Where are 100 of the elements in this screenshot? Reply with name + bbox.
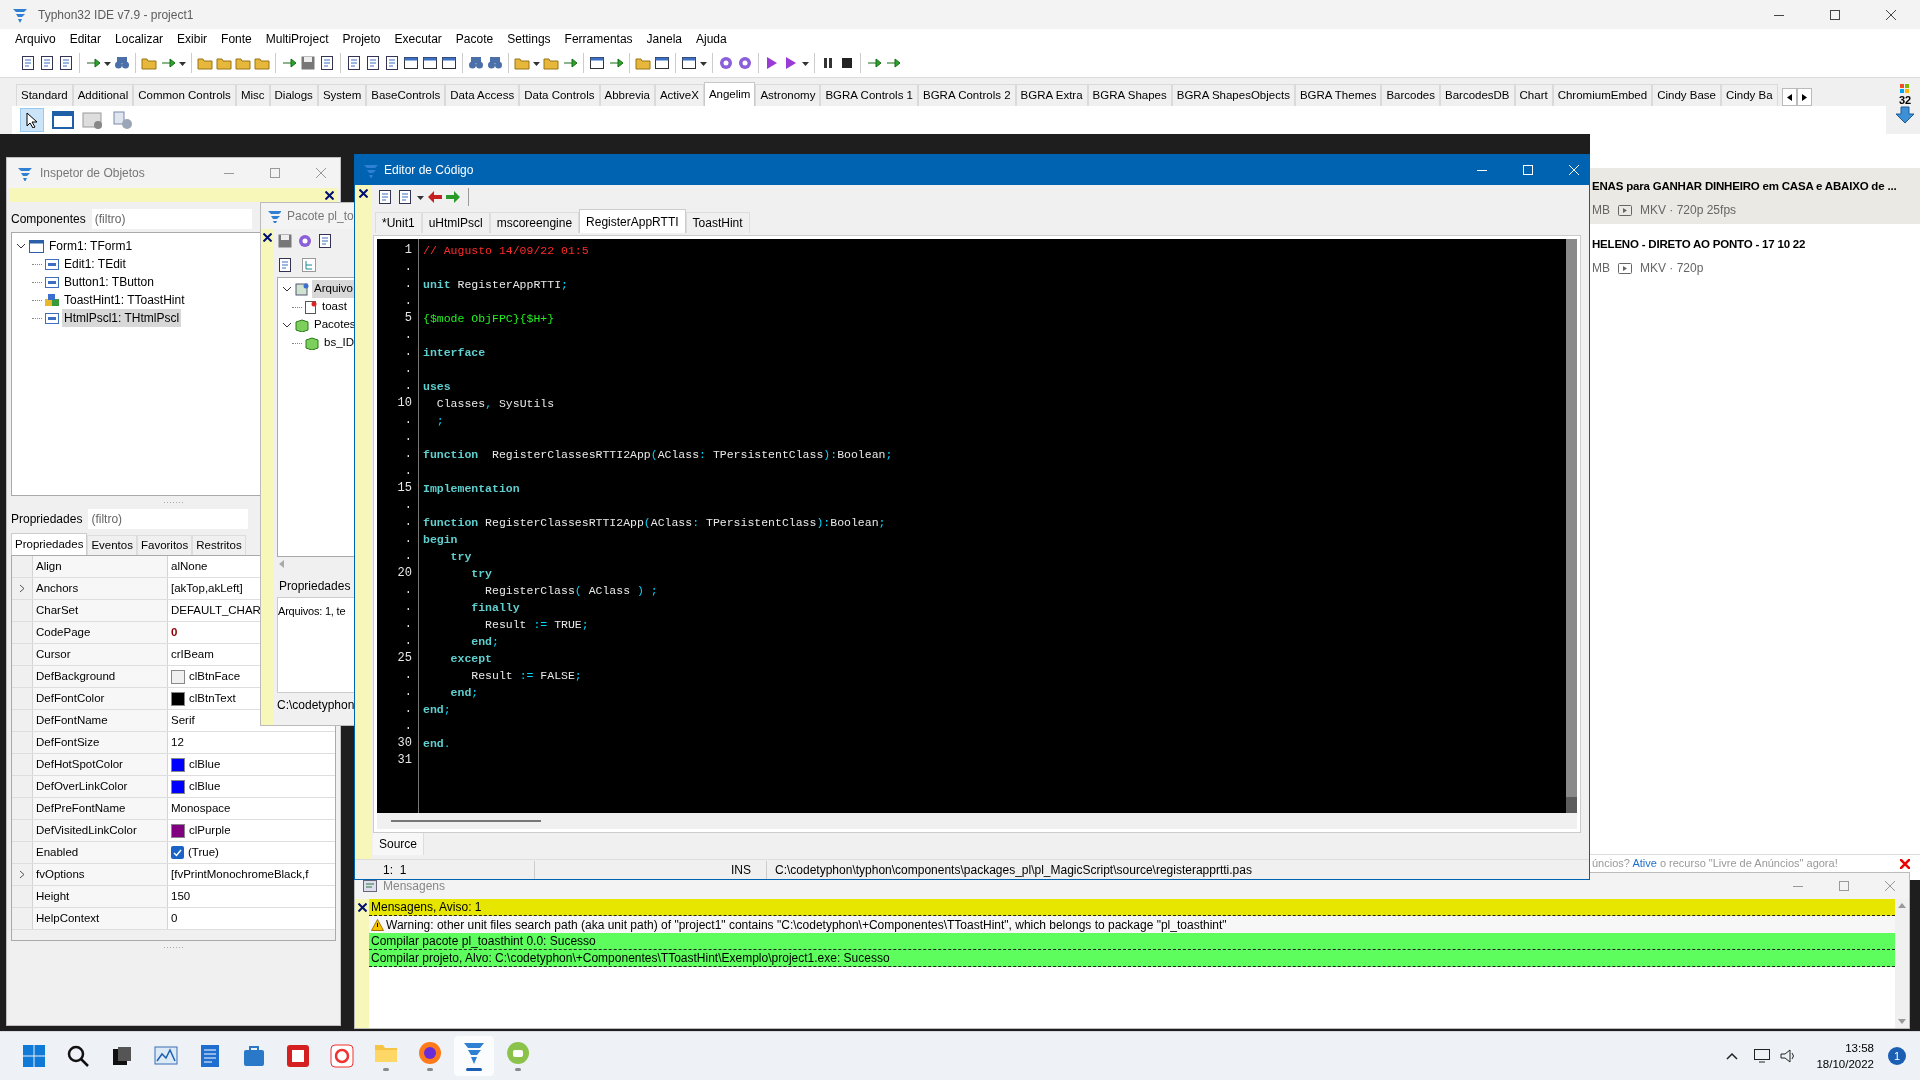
- property-value[interactable]: clBlue: [189, 755, 221, 774]
- close-icon[interactable]: [325, 190, 334, 200]
- document-icon[interactable]: [277, 257, 293, 273]
- palette-tab[interactable]: Astronomy: [755, 84, 821, 106]
- close-icon[interactable]: [262, 233, 272, 242]
- property-value[interactable]: (True): [188, 843, 219, 862]
- window-icon[interactable]: [422, 54, 438, 71]
- menu-item[interactable]: Janela: [639, 30, 689, 48]
- scrollbar-thumb[interactable]: [1566, 797, 1577, 813]
- property-value[interactable]: Serif: [171, 711, 195, 730]
- filter-field[interactable]: (filtro): [91, 209, 252, 229]
- palette-tab[interactable]: Angelim: [703, 82, 756, 106]
- window-icon[interactable]: [589, 54, 605, 71]
- palette-tab[interactable]: Chart: [1514, 84, 1553, 106]
- palette-tab[interactable]: BaseControls: [366, 84, 446, 106]
- back-arrow-icon[interactable]: [428, 191, 442, 203]
- tree-item[interactable]: Pacotes: [312, 316, 358, 334]
- palette-tab[interactable]: Misc: [235, 84, 270, 106]
- maximize-icon[interactable]: [1830, 9, 1840, 20]
- property-value[interactable]: 12: [171, 733, 184, 752]
- scroll-left-button[interactable]: [1781, 88, 1797, 106]
- tree-item[interactable]: Arquivo: [312, 280, 355, 298]
- palette-tab[interactable]: Barcodes: [1381, 84, 1440, 106]
- close-icon[interactable]: [358, 189, 368, 198]
- expand-caret-icon[interactable]: [282, 320, 292, 330]
- property-value[interactable]: 0: [171, 909, 178, 928]
- palette-tab[interactable]: BGRA Extra: [1015, 84, 1088, 106]
- editor-tab[interactable]: mscoreengine: [489, 212, 580, 233]
- document-icon[interactable]: [20, 54, 36, 71]
- video-item[interactable]: ENAS para GANHAR DINHEIRO em CASA e ABAIXO de ... MB MKV · 720p 25fps: [1590, 168, 1920, 224]
- palette-tab[interactable]: ChromiumEmbed: [1552, 84, 1653, 106]
- document-icon[interactable]: [384, 54, 400, 71]
- document-icon[interactable]: [317, 233, 333, 249]
- tree-item[interactable]: Form1: TForm1: [47, 237, 135, 255]
- window-icon[interactable]: [403, 54, 419, 71]
- editor-tab[interactable]: RegisterAppRTTI: [579, 209, 686, 233]
- grip-icon[interactable]: [163, 500, 184, 504]
- menu-item[interactable]: MultiProject: [258, 30, 336, 48]
- binoculars-icon[interactable]: [468, 54, 484, 71]
- menu-item[interactable]: Pacote: [448, 30, 501, 48]
- inspector-tab[interactable]: Propriedades: [11, 533, 88, 555]
- editor-tab[interactable]: *Unit1: [375, 212, 422, 233]
- checkbox[interactable]: [171, 846, 184, 859]
- tree-icon[interactable]: [301, 257, 317, 273]
- expand-caret-icon[interactable]: [282, 284, 292, 294]
- menu-item[interactable]: Projeto: [335, 30, 388, 48]
- menu-item[interactable]: Ferramentas: [557, 30, 640, 48]
- palette-tab[interactable]: Additional: [72, 84, 134, 106]
- document-icon[interactable]: [346, 54, 362, 71]
- palette-tab[interactable]: Dialogs: [269, 84, 318, 106]
- expand-caret-icon[interactable]: [16, 241, 26, 251]
- tree-item[interactable]: toast: [320, 298, 349, 316]
- expand-icon[interactable]: [19, 870, 25, 879]
- editor-tab[interactable]: ToastHint: [685, 212, 750, 233]
- menu-item[interactable]: Localizar: [108, 30, 171, 48]
- property-value[interactable]: 150: [171, 887, 191, 906]
- document-icon[interactable]: [397, 189, 413, 205]
- palette-tab[interactable]: BGRA Controls 2: [918, 84, 1016, 106]
- down-arrow-icon[interactable]: [1895, 106, 1915, 124]
- document-icon[interactable]: [39, 54, 55, 71]
- activate-link[interactable]: Ative: [1632, 857, 1657, 870]
- menu-item[interactable]: Arquivo: [8, 30, 63, 48]
- window-icon[interactable]: [654, 54, 670, 71]
- expand-icon[interactable]: [19, 584, 25, 593]
- close-icon[interactable]: [1886, 9, 1896, 20]
- menu-item[interactable]: Settings: [500, 30, 558, 48]
- menu-item[interactable]: Editar: [62, 30, 109, 48]
- document-icon[interactable]: [58, 54, 74, 71]
- palette-tab[interactable]: System: [317, 84, 367, 106]
- tree-item[interactable]: Button1: TButton: [62, 273, 156, 291]
- palette-tab[interactable]: Cindy Ba: [1720, 84, 1778, 106]
- source-tab[interactable]: Source: [373, 833, 425, 855]
- binoculars-icon[interactable]: [114, 54, 130, 71]
- forward-arrow-icon[interactable]: [446, 191, 460, 203]
- notification-badge[interactable]: 1: [1888, 1047, 1906, 1065]
- document-icon[interactable]: [377, 189, 393, 205]
- menu-item[interactable]: Fonte: [214, 30, 259, 48]
- tree-item[interactable]: bs_ID: [322, 334, 357, 352]
- palette-tab[interactable]: Cindy Base: [1652, 84, 1721, 106]
- window-icon[interactable]: [52, 110, 74, 130]
- palette-tab[interactable]: BGRA Themes: [1294, 84, 1382, 106]
- chevron-up-icon[interactable]: [1726, 1052, 1739, 1060]
- palette-tab[interactable]: BGRA Controls 1: [820, 84, 918, 106]
- tree-item[interactable]: ToastHint1: TToastHint: [62, 291, 187, 309]
- palette-tab[interactable]: Common Controls: [133, 84, 236, 106]
- menu-item[interactable]: Exibir: [170, 30, 215, 48]
- palette-tab[interactable]: Abbrevia: [599, 84, 655, 106]
- palette-tab[interactable]: Data Controls: [519, 84, 600, 106]
- taskbar-button[interactable]: [454, 1036, 494, 1076]
- menu-item[interactable]: Executar: [387, 30, 449, 48]
- document-icon[interactable]: [319, 54, 335, 71]
- palette-tab[interactable]: BGRA ShapesObjects: [1171, 84, 1295, 106]
- property-value[interactable]: clBlue: [189, 777, 221, 796]
- editor-tab[interactable]: uHtmlPscl: [421, 212, 490, 233]
- palette-tab[interactable]: BarcodesDB: [1440, 84, 1515, 106]
- window-icon[interactable]: [441, 54, 457, 71]
- tree-item[interactable]: Edit1: TEdit: [62, 255, 128, 273]
- filter-field[interactable]: (filtro): [88, 509, 249, 529]
- property-value[interactable]: DEFAULT_CHAR: [171, 601, 261, 620]
- window-icon[interactable]: [681, 54, 697, 71]
